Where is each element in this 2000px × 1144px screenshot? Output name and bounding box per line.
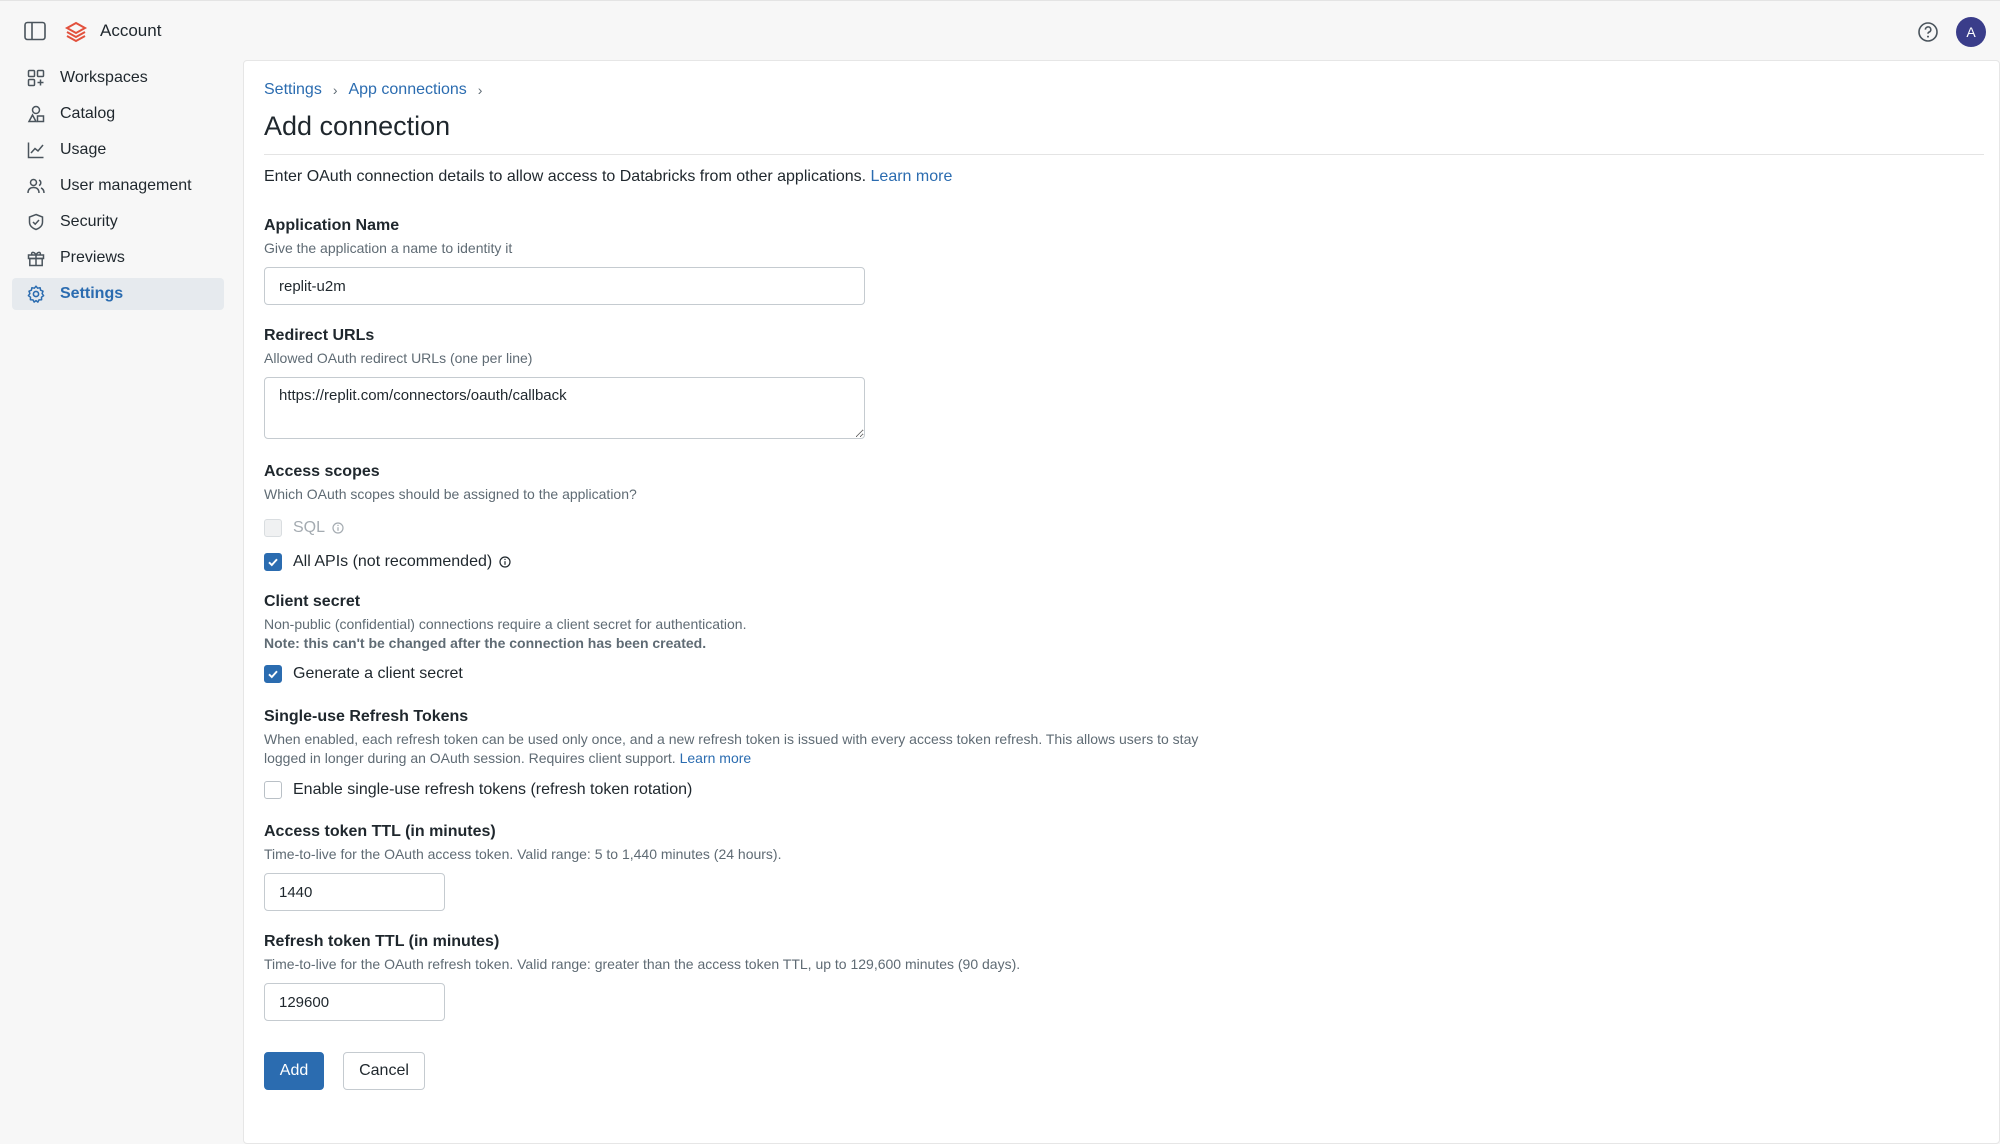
client-secret-note: Note: this can't be changed after the co… <box>264 635 707 651</box>
access-scopes-hint: Which OAuth scopes should be assigned to… <box>264 486 637 502</box>
all-apis-scope-row: All APIs (not recommended) <box>264 552 637 572</box>
learn-more-link[interactable]: Learn more <box>871 168 953 185</box>
single-use-refresh-row: Enable single-use refresh tokens (refres… <box>264 780 1234 800</box>
sql-scope-label: SQL <box>293 519 326 536</box>
generate-secret-checkbox[interactable] <box>264 665 282 683</box>
info-icon <box>332 522 344 534</box>
client-secret-label: Client secret <box>264 593 361 610</box>
single-use-refresh-label: Enable single-use refresh tokens (refres… <box>293 781 693 798</box>
client-secret-hint: Non-public (confidential) connections re… <box>264 616 747 632</box>
access-ttl-label: Access token TTL (in minutes) <box>264 823 496 840</box>
sidebar-item-catalog[interactable]: Catalog <box>12 98 224 130</box>
generate-secret-label: Generate a client secret <box>293 665 463 682</box>
refresh-ttl-label: Refresh token TTL (in minutes) <box>264 933 500 950</box>
shield-icon <box>26 212 46 232</box>
sidebar-nav: Workspaces Catalog Usage User management… <box>12 62 224 314</box>
all-apis-scope-label: All APIs (not recommended) <box>293 553 493 570</box>
app-name-input[interactable] <box>264 267 865 305</box>
breadcrumb-app-connections-link[interactable]: App connections <box>348 81 466 99</box>
refresh-tokens-hint: When enabled, each refresh token can be … <box>264 730 1234 768</box>
sql-scope-row: SQL <box>264 518 637 538</box>
redirect-urls-label: Redirect URLs <box>264 327 375 344</box>
users-icon <box>26 176 46 196</box>
refresh-tokens-learn-more-link[interactable]: Learn more <box>680 750 752 766</box>
all-apis-scope-checkbox[interactable] <box>264 553 282 571</box>
sidebar-item-label: Catalog <box>60 105 116 122</box>
sidebar-item-label: Usage <box>60 141 107 158</box>
page-title: Add connection <box>264 111 451 141</box>
gear-icon <box>26 284 46 304</box>
sidebar-toggle-icon[interactable] <box>24 21 46 41</box>
sidebar-item-label: User management <box>60 177 192 194</box>
access-ttl-input[interactable] <box>264 873 445 911</box>
access-scopes-field: Access scopes Which OAuth scopes should … <box>264 463 637 572</box>
refresh-ttl-input[interactable] <box>264 983 445 1021</box>
sidebar-item-label: Security <box>60 213 118 230</box>
usage-chart-icon <box>26 140 46 160</box>
sql-scope-checkbox[interactable] <box>264 519 282 537</box>
title-divider <box>264 154 1984 155</box>
gift-icon <box>26 248 46 268</box>
info-icon <box>499 556 511 568</box>
intro-description: Enter OAuth connection details to allow … <box>264 168 867 185</box>
sidebar-item-usage[interactable]: Usage <box>12 134 224 166</box>
redirect-urls-hint: Allowed OAuth redirect URLs (one per lin… <box>264 350 533 366</box>
sidebar-item-previews[interactable]: Previews <box>12 242 224 274</box>
sidebar-item-label: Settings <box>60 285 124 302</box>
help-icon[interactable] <box>1917 21 1939 43</box>
sidebar-item-label: Workspaces <box>60 69 148 86</box>
databricks-logo-icon <box>64 20 88 44</box>
refresh-ttl-field: Refresh token TTL (in minutes) Time-to-l… <box>264 933 1020 1021</box>
checkmark-icon <box>268 558 278 567</box>
breadcrumb-settings-link[interactable]: Settings <box>264 81 322 99</box>
app-title: Account <box>100 21 162 40</box>
app-name-field: Application Name Give the application a … <box>264 217 865 305</box>
breadcrumb-chevron-icon: › <box>332 82 338 98</box>
redirect-urls-textarea[interactable]: https://replit.com/connectors/oauth/call… <box>264 377 865 439</box>
client-secret-field: Client secret Non-public (confidential) … <box>264 593 747 684</box>
app-name-hint: Give the application a name to identity … <box>264 240 513 256</box>
redirect-urls-field: Redirect URLs Allowed OAuth redirect URL… <box>264 327 865 439</box>
main-panel: Settings › App connections › Add connect… <box>243 60 2000 1144</box>
user-avatar[interactable]: A <box>1956 17 1986 47</box>
sidebar-item-workspaces[interactable]: Workspaces <box>12 62 224 94</box>
access-ttl-field: Access token TTL (in minutes) Time-to-li… <box>264 823 781 911</box>
breadcrumb: Settings › App connections › <box>264 81 493 99</box>
checkmark-icon <box>268 670 278 679</box>
access-ttl-hint: Time-to-live for the OAuth access token.… <box>264 846 782 862</box>
workspaces-icon <box>26 68 46 88</box>
refresh-tokens-field: Single-use Refresh Tokens When enabled, … <box>264 708 1234 800</box>
app-name-label: Application Name <box>264 217 400 234</box>
access-scopes-label: Access scopes <box>264 463 380 480</box>
catalog-icon <box>26 104 46 124</box>
sidebar-item-user-management[interactable]: User management <box>12 170 224 202</box>
generate-secret-row: Generate a client secret <box>264 664 747 684</box>
add-button[interactable]: Add <box>264 1052 324 1090</box>
top-bar: Account A <box>0 0 2000 60</box>
breadcrumb-chevron-icon: › <box>477 82 483 98</box>
sidebar-item-settings[interactable]: Settings <box>12 278 224 310</box>
single-use-refresh-checkbox[interactable] <box>264 781 282 799</box>
refresh-tokens-label: Single-use Refresh Tokens <box>264 708 469 725</box>
intro-text: Enter OAuth connection details to allow … <box>264 168 952 186</box>
sidebar-item-label: Previews <box>60 249 125 266</box>
sidebar-item-security[interactable]: Security <box>12 206 224 238</box>
cancel-button[interactable]: Cancel <box>343 1052 425 1090</box>
refresh-ttl-hint: Time-to-live for the OAuth refresh token… <box>264 956 1021 972</box>
